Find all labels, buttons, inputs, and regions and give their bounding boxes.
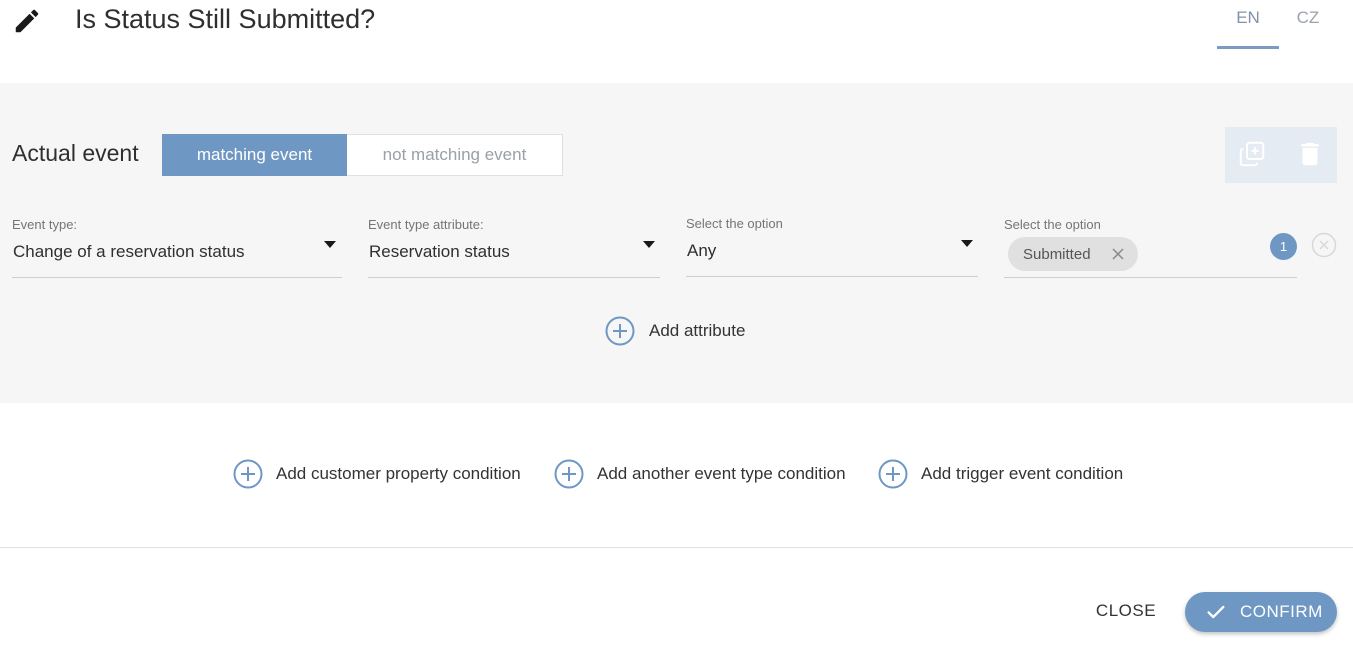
add-event-type-condition-button[interactable]: Add another event type condition [554, 459, 846, 489]
add-customer-property-condition-label: Add customer property condition [276, 464, 521, 483]
event-type-select[interactable]: Event type: Change of a reservation stat… [12, 215, 342, 278]
trash-icon[interactable] [1295, 139, 1325, 169]
close-button[interactable]: CLOSE [1086, 596, 1166, 626]
duplicate-icon[interactable] [1237, 139, 1267, 169]
tab-language-en[interactable]: EN [1217, 8, 1279, 49]
not-matching-event-toggle[interactable]: not matching event [347, 134, 563, 176]
event-type-attribute-select[interactable]: Event type attribute: Reservation status [368, 215, 660, 278]
value-chip: Submitted [1008, 237, 1138, 271]
operator-value: Any [687, 241, 717, 260]
selected-count-badge: 1 [1270, 233, 1297, 260]
event-type-attribute-value: Reservation status [369, 242, 510, 261]
close-icon[interactable] [1110, 246, 1126, 262]
operator-select[interactable]: Select the option Any [686, 214, 978, 277]
add-event-type-condition-label: Add another event type condition [597, 464, 846, 483]
footer-divider [0, 547, 1353, 548]
dialog-header: Is Status Still Submitted? EN CZ [0, 0, 1353, 82]
pencil-icon[interactable] [12, 6, 42, 36]
event-panel-label: Actual event [12, 140, 139, 166]
operator-label: Select the option [686, 216, 783, 231]
tab-language-cz[interactable]: CZ [1277, 8, 1339, 49]
add-trigger-event-condition-button[interactable]: Add trigger event condition [878, 459, 1123, 489]
plus-circle-icon [605, 316, 635, 346]
plus-circle-icon [878, 459, 908, 489]
event-condition-panel: Actual event matching event not matching… [0, 83, 1353, 403]
check-icon [1207, 605, 1225, 619]
plus-circle-icon [554, 459, 584, 489]
page-title: Is Status Still Submitted? [75, 4, 376, 34]
clear-icon[interactable] [1311, 232, 1337, 258]
plus-circle-icon [233, 459, 263, 489]
event-type-attribute-label: Event type attribute: [368, 217, 484, 232]
chevron-down-icon[interactable] [643, 241, 655, 248]
matching-event-toggle[interactable]: matching event [162, 134, 347, 176]
add-attribute-label: Add attribute [649, 321, 746, 340]
value-chip-label: Submitted [1023, 245, 1091, 263]
chevron-down-icon[interactable] [961, 240, 973, 247]
add-attribute-button[interactable]: Add attribute [605, 316, 745, 346]
event-type-label: Event type: [12, 217, 78, 232]
event-type-value: Change of a reservation status [13, 242, 245, 261]
condition-actions [1225, 127, 1337, 183]
add-customer-property-condition-button[interactable]: Add customer property condition [233, 459, 521, 489]
confirm-label: CONFIRM [1240, 602, 1323, 621]
values-label: Select the option [1004, 217, 1101, 232]
add-trigger-event-condition-label: Add trigger event condition [921, 464, 1124, 483]
chevron-down-icon[interactable] [324, 241, 336, 248]
confirm-button[interactable]: CONFIRM [1185, 592, 1337, 632]
values-multiselect[interactable]: Select the option Submitted [1004, 215, 1297, 278]
